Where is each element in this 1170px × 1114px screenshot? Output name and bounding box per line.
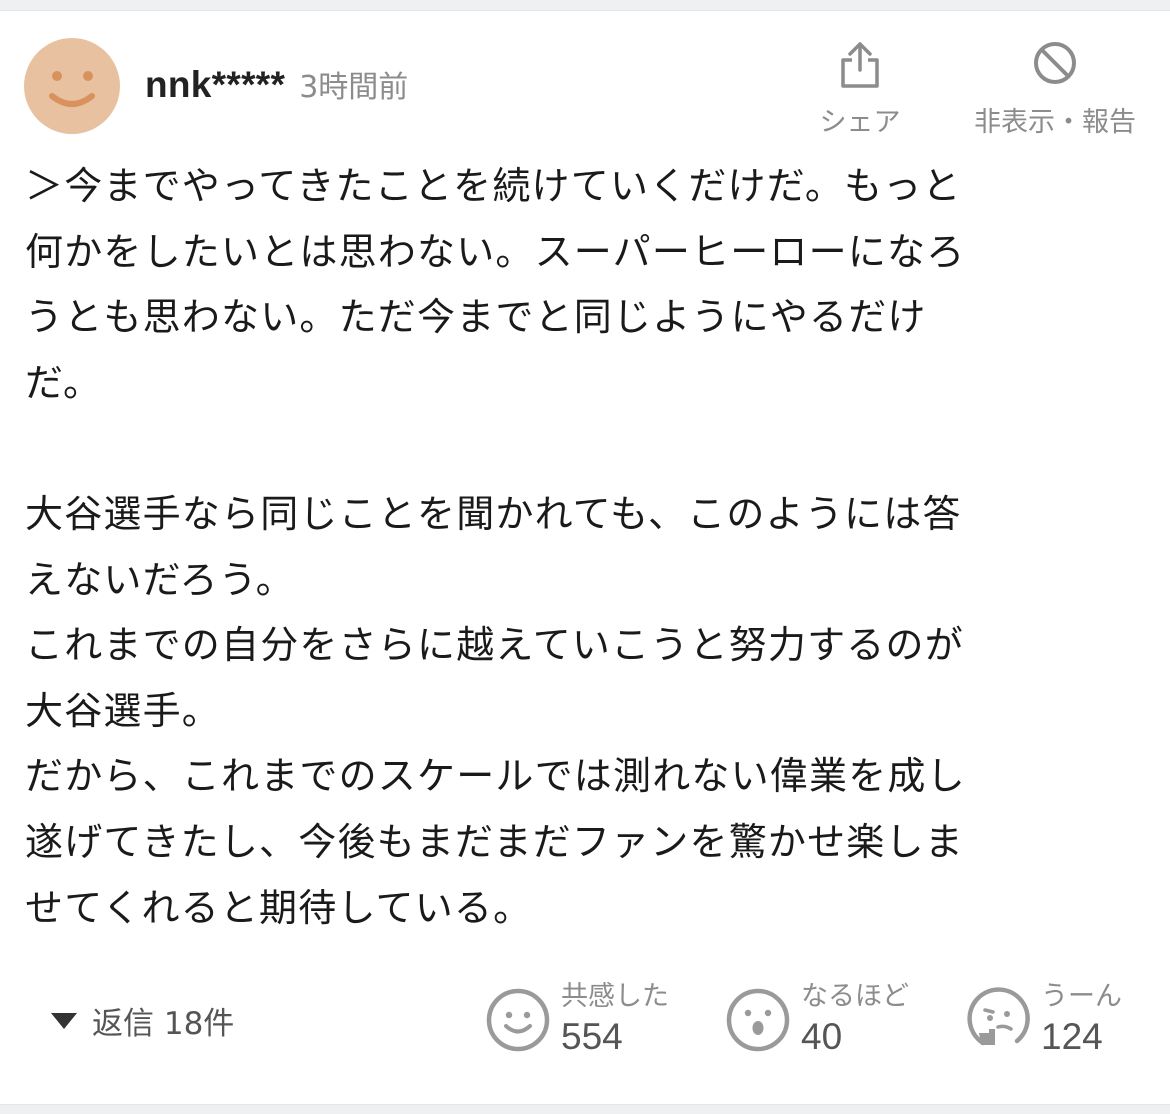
comment-line: 大谷選手なら同じことを聞かれても、このようには答 — [25, 491, 962, 536]
share-icon — [841, 42, 879, 88]
avatar — [24, 38, 120, 134]
smile-reaction-icon — [486, 988, 550, 1052]
uun-reaction-button[interactable]: うーん 124 — [965, 980, 1122, 1060]
comment-header: nnk***** 3時間前 — [145, 62, 408, 106]
comment-line: ＞今までやってきたことを続けていくだけだ。もっと — [25, 164, 962, 208]
username[interactable]: nnk***** — [145, 64, 285, 106]
naruhodo-reaction-button[interactable]: なるほど 40 — [725, 980, 909, 1060]
comment-line: せてくれると期待している。 — [25, 885, 533, 930]
share-label: シェア — [819, 107, 901, 138]
replies-toggle[interactable]: 返信 18件 — [50, 998, 234, 1043]
thinking-reaction-icon — [967, 987, 1030, 1046]
empathy-reaction-button[interactable]: 共感した 554 — [485, 980, 669, 1060]
surprised-reaction-icon — [726, 988, 790, 1052]
comment-line: 遂げてきたし、今後もまだまだファンを驚かせ楽しま — [25, 819, 964, 864]
comment-line: うとも思わない。ただ今までと同じようにやるだけ — [25, 295, 927, 340]
reaction-count: 40 — [801, 1016, 843, 1057]
comment-body: ＞今までやってきたことを続けていくだけだ。もっと 何かをしたいとは思わない。スー… — [25, 154, 1150, 941]
block-icon — [1034, 42, 1076, 84]
top-divider — [0, 0, 1170, 11]
hide-report-label: 非表示・報告 — [974, 107, 1136, 138]
reaction-label: うーん — [1041, 981, 1122, 1012]
comment-line: だ。 — [25, 360, 103, 405]
share-button[interactable]: シェア — [812, 40, 908, 139]
comment-line: だから、これまでのスケールでは測れない偉業を成し — [25, 754, 966, 799]
reaction-count: 124 — [1041, 1016, 1103, 1057]
comment-line — [25, 416, 1150, 482]
comment-line: 大谷選手。 — [25, 688, 222, 733]
caret-down-icon — [51, 1012, 77, 1029]
reaction-label: 共感した — [561, 981, 669, 1012]
hide-report-button[interactable]: 非表示・報告 — [960, 40, 1150, 139]
comment-line: えないだろう。 — [25, 557, 295, 602]
replies-label: 返信 18件 — [92, 1006, 235, 1042]
comment-line: 何かをしたいとは思わない。スーパーヒーローになろ — [25, 229, 966, 274]
reaction-count: 554 — [561, 1016, 623, 1057]
smiley-face-icon — [49, 71, 95, 107]
reaction-label: なるほど — [801, 981, 909, 1012]
comment-line: これまでの自分をさらに越えていこうと努力するのが — [25, 623, 964, 668]
timestamp: 3時間前 — [299, 70, 409, 105]
